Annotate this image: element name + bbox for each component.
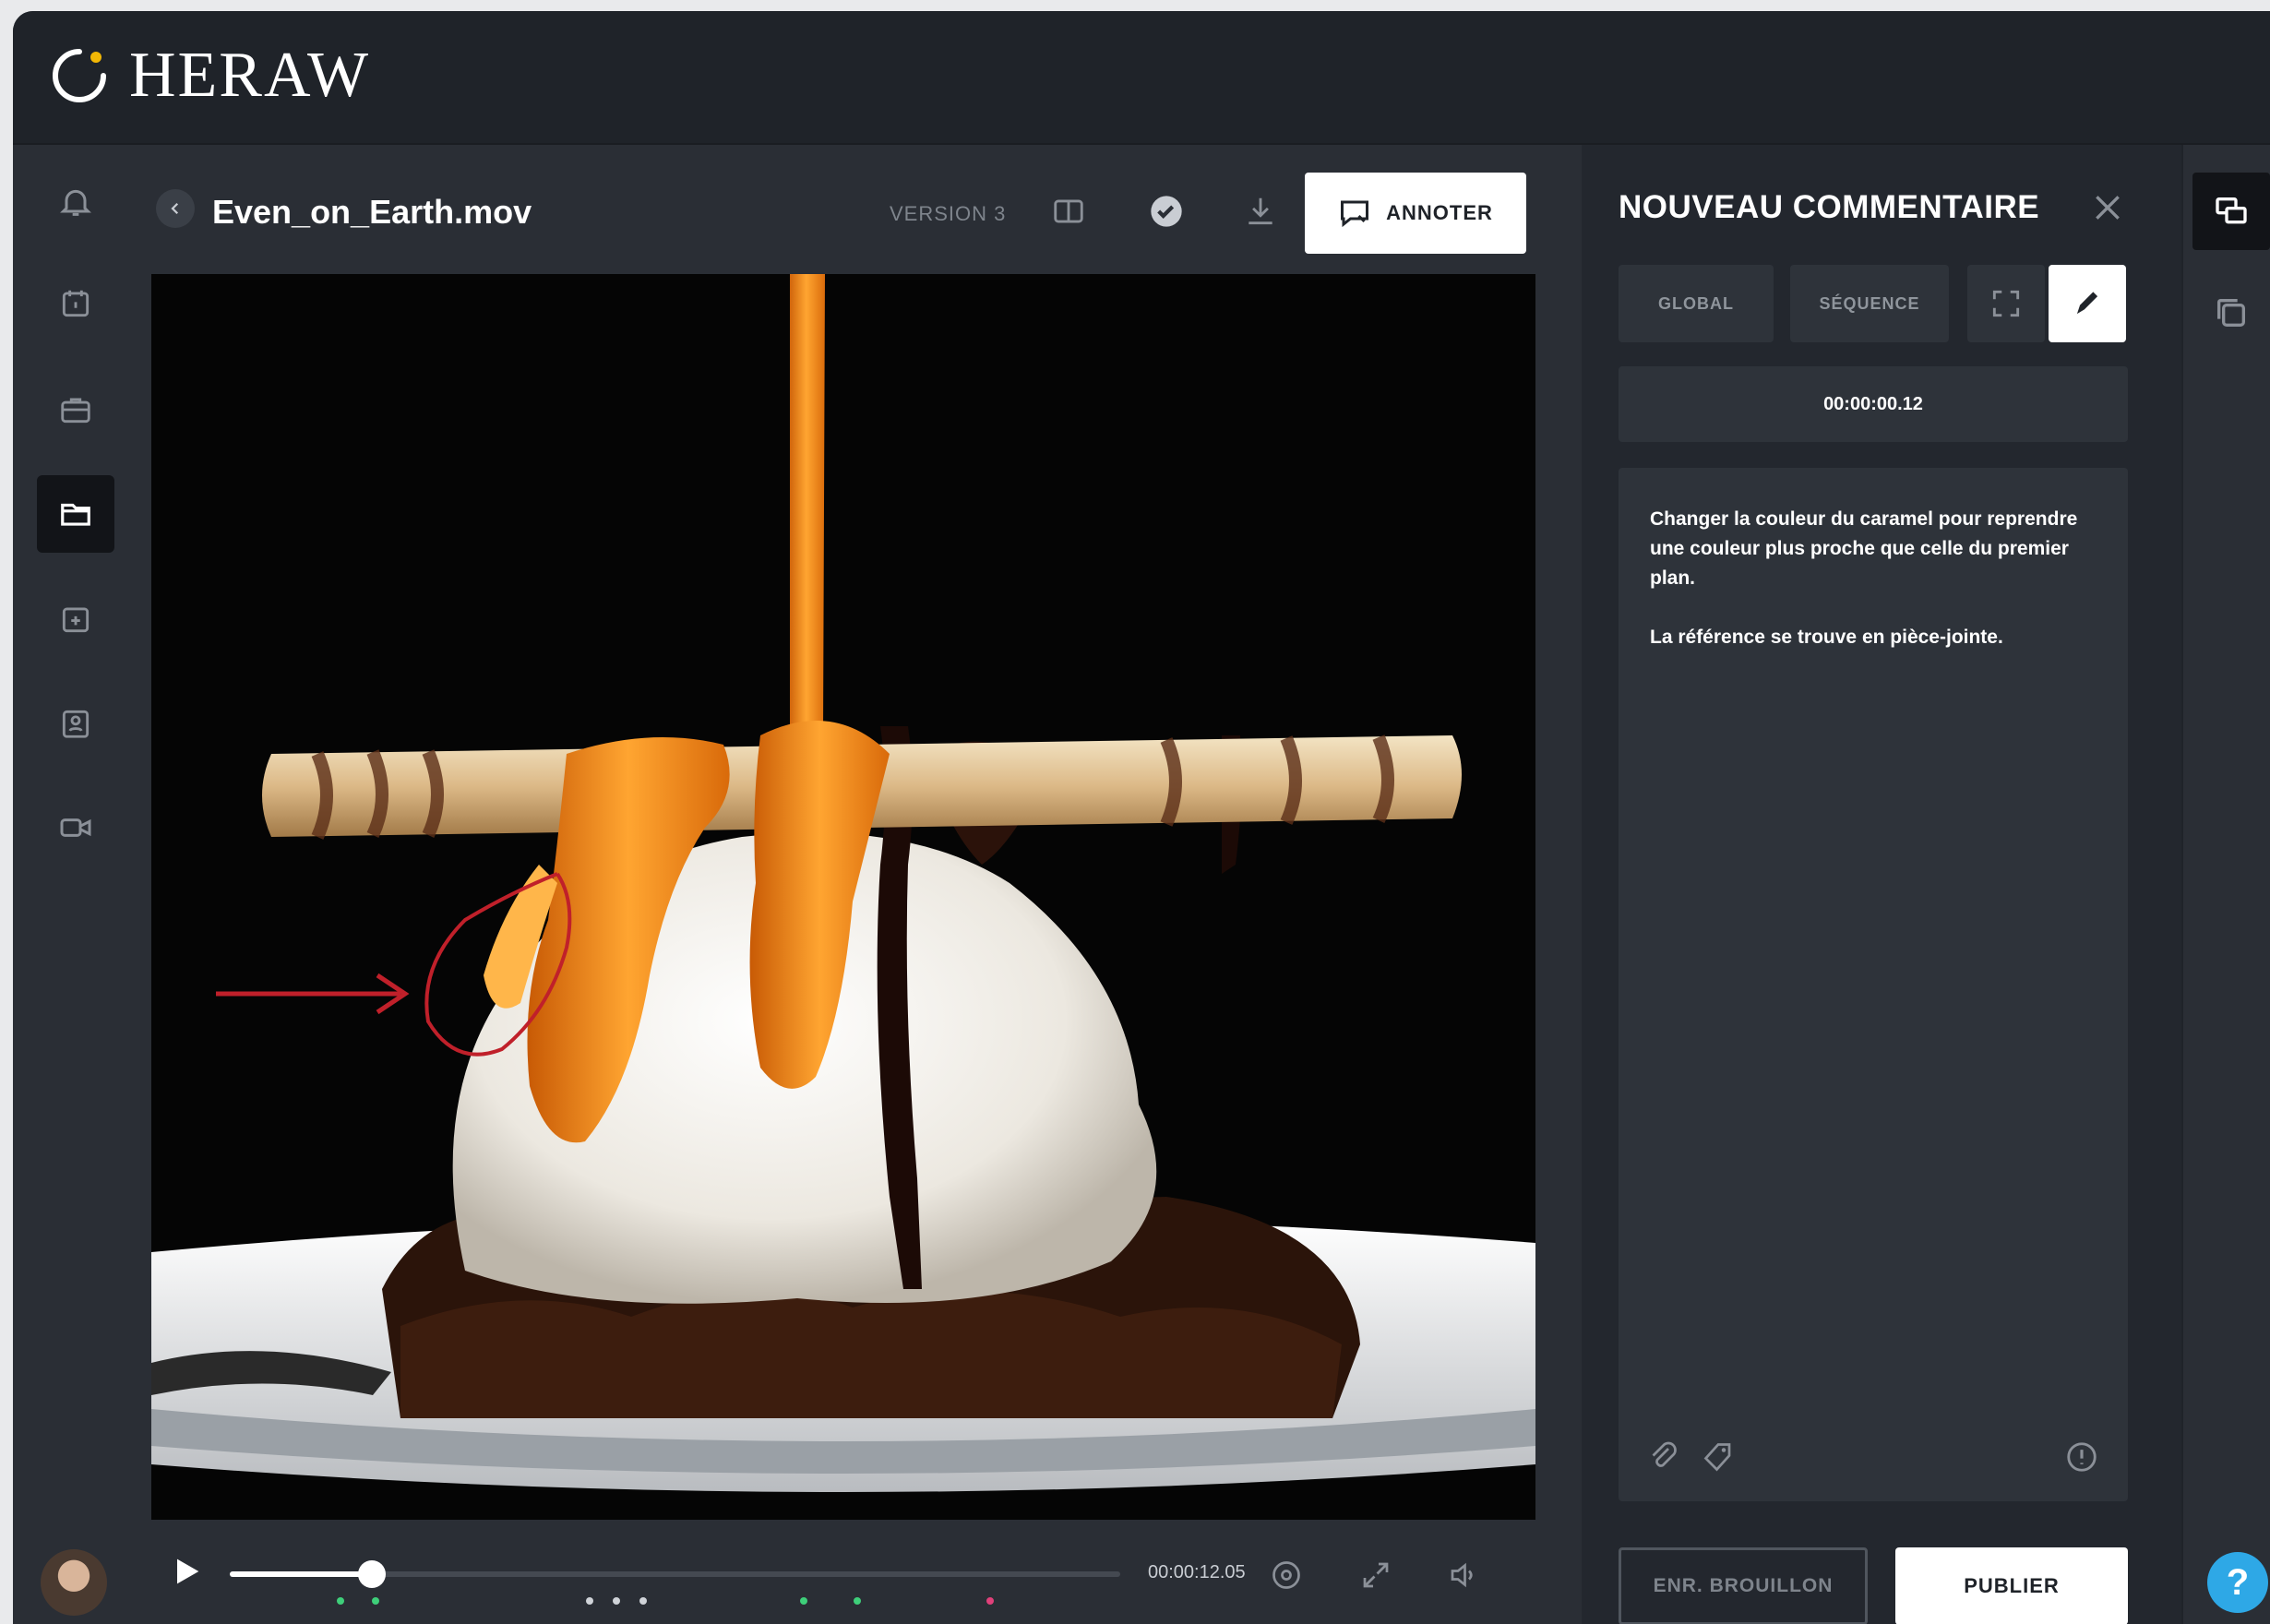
tag-button[interactable] — [1698, 1437, 1738, 1477]
dessert-image — [151, 274, 1535, 1520]
comment-textarea[interactable]: Changer la couleur du caramel pour repre… — [1619, 468, 2128, 1501]
comment-marker[interactable] — [853, 1597, 861, 1605]
panel-title: NOUVEAU COMMENTAIRE — [1619, 189, 2040, 225]
comments-tab-button[interactable] — [2192, 173, 2270, 250]
comment-marker[interactable] — [612, 1597, 620, 1605]
play-icon — [177, 1558, 199, 1584]
timeline-progress — [230, 1571, 373, 1577]
save-draft-button[interactable]: ENR. BROUILLON — [1619, 1547, 1868, 1624]
chevron-left-icon — [171, 202, 179, 215]
versions-tab-button[interactable] — [2192, 274, 2270, 352]
sidebar-item-calendar[interactable] — [37, 265, 114, 342]
close-button[interactable] — [2082, 182, 2133, 233]
comment-marker[interactable] — [639, 1597, 647, 1605]
annotate-icon — [1341, 200, 1369, 228]
compare-button[interactable] — [1048, 191, 1089, 232]
info-icon — [2067, 1442, 2097, 1472]
download-button[interactable] — [1240, 191, 1281, 232]
user-avatar[interactable] — [41, 1549, 107, 1616]
left-sidebar — [13, 145, 133, 1624]
annotate-label: ANNOTER — [1386, 201, 1493, 224]
back-button[interactable] — [156, 189, 195, 228]
approve-button[interactable] — [1146, 191, 1187, 232]
settings-button[interactable] — [1266, 1555, 1307, 1595]
shared-folder-icon — [62, 607, 90, 633]
speaker-icon — [1451, 1562, 1473, 1588]
sidebar-item-projects[interactable] — [37, 371, 114, 448]
video-frame[interactable] — [151, 274, 1535, 1520]
comment-marker[interactable] — [799, 1597, 807, 1605]
info-button[interactable] — [2061, 1437, 2102, 1477]
frame-select-button[interactable] — [1967, 265, 2045, 342]
app-logo[interactable]: HERAW — [50, 39, 370, 113]
annotate-button[interactable]: ANNOTER — [1305, 173, 1526, 254]
app-window: HERAW Even_on_Earth.mov VERSION 3 ANNOTE… — [13, 11, 2270, 1624]
play-button[interactable] — [168, 1553, 205, 1594]
sidebar-item-videos[interactable] — [37, 789, 114, 866]
tag-icon — [1703, 1443, 1731, 1472]
attach-button[interactable] — [1643, 1437, 1683, 1477]
comment-marker[interactable] — [986, 1597, 995, 1605]
notifications-button[interactable] — [37, 163, 114, 241]
expand-icon — [1363, 1562, 1389, 1588]
calendar-icon — [62, 290, 90, 317]
close-icon — [2096, 196, 2120, 220]
comment-panel: NOUVEAU COMMENTAIRE GLOBAL SÉQUENCE 00:0… — [1582, 145, 2181, 1624]
fullscreen-button[interactable] — [1356, 1555, 1396, 1595]
contacts-icon — [62, 710, 90, 738]
viewer-toolbar: Even_on_Earth.mov VERSION 3 ANNOTER — [133, 145, 1582, 274]
playback-controls: 00:00:12.05 — [133, 1520, 1582, 1624]
right-sidebar: ? — [2181, 145, 2270, 1624]
help-button[interactable]: ? — [2207, 1552, 2268, 1613]
logo-text: HERAW — [129, 40, 371, 111]
frame-corners-icon — [1992, 290, 2020, 317]
layers-icon — [2217, 299, 2245, 327]
video-camera-icon — [60, 818, 91, 837]
folder-icon — [61, 503, 90, 526]
file-name: Even_on_Earth.mov — [212, 193, 532, 231]
version-selector[interactable]: VERSION 3 — [890, 202, 1006, 226]
comment-marker[interactable] — [586, 1597, 593, 1605]
comment-timecode[interactable]: 00:00:00.12 — [1619, 366, 2128, 442]
top-bar: HERAW — [13, 11, 2270, 145]
comments-icon — [2216, 197, 2247, 224]
current-timecode: 00:00:12.05 — [1148, 1562, 1246, 1582]
logo-mark-icon — [53, 49, 106, 102]
comment-text: Changer la couleur du caramel pour repre… — [1650, 508, 2078, 648]
comment-marker[interactable] — [372, 1597, 380, 1605]
download-icon — [1248, 197, 1272, 225]
tab-sequence[interactable]: SÉQUENCE — [1790, 265, 1949, 342]
timeline-scrubber[interactable] — [230, 1560, 1120, 1588]
tab-global[interactable]: GLOBAL — [1619, 265, 1774, 342]
timeline-handle[interactable] — [358, 1560, 387, 1588]
sidebar-item-shared[interactable] — [37, 580, 114, 658]
publish-button[interactable]: PUBLIER — [1895, 1547, 2128, 1624]
sidebar-item-contacts[interactable] — [37, 685, 114, 762]
draw-tool-button[interactable] — [2049, 265, 2126, 342]
briefcase-icon — [61, 398, 90, 424]
compare-icon — [1054, 199, 1083, 223]
paperclip-icon — [1652, 1441, 1677, 1467]
settings-icon — [1272, 1561, 1300, 1589]
pencil-icon — [2076, 292, 2098, 315]
bell-icon — [60, 189, 91, 216]
media-viewer: Even_on_Earth.mov VERSION 3 ANNOTER 00:0… — [133, 145, 1582, 1624]
sidebar-item-files[interactable] — [37, 475, 114, 553]
volume-button[interactable] — [1443, 1555, 1484, 1595]
comment-marker[interactable] — [336, 1597, 344, 1605]
check-circle-icon — [1151, 196, 1182, 227]
